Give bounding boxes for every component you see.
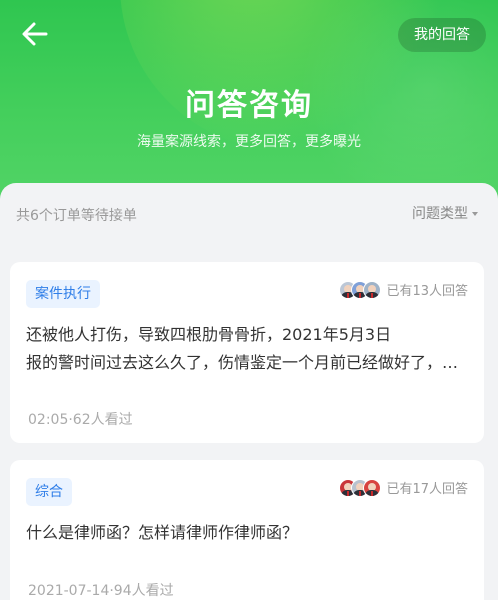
category-tag: 综合 — [26, 478, 72, 506]
question-text: 还被他人打伤，导致四根肋骨骨折，2021年5月3日 报的警时间过去这么久了，伤情… — [26, 321, 468, 377]
question-meta: 02:05·62人看过 — [28, 412, 133, 428]
question-line: 什么是律师函？怎样请律师作律师函？ — [26, 523, 299, 542]
back-arrow-icon[interactable] — [20, 20, 50, 48]
question-type-filter[interactable]: 问题类型 — [412, 203, 478, 223]
question-text: 什么是律师函？怎样请律师作律师函？ — [26, 519, 468, 547]
order-count-text: 共6个订单等待接单 — [16, 208, 137, 224]
my-answer-button[interactable]: 我的回答 — [398, 18, 486, 52]
reply-count: 已有13人回答 — [386, 284, 468, 299]
reply-count: 已有17人回答 — [386, 482, 468, 497]
category-tag: 案件执行 — [26, 280, 100, 308]
question-card[interactable]: 案件执行 已有13人回答 还被他人打伤，导致四根肋骨骨折，2021年5月3日 报… — [10, 262, 484, 443]
filter-label: 问题类型 — [412, 206, 468, 222]
answerer-avatars: 已有17人回答 — [339, 478, 468, 497]
question-line: 报的警时间过去这么久了，伤情鉴定一个月前已经做好了，派出所说伤情鉴定结果为轻伤 — [26, 353, 468, 372]
header-banner: 我的回答 问答咨询 海量案源线索，更多回答，更多曝光 — [0, 0, 498, 205]
question-meta: 2021-07-14·94人看过 — [28, 583, 174, 599]
question-card[interactable]: 综合 已有17人回答 什么是律师函？怎样请律师作律师函？ 2021-07-14·… — [10, 460, 484, 600]
avatar — [363, 280, 382, 299]
question-line: 还被他人打伤，导致四根肋骨骨折，2021年5月3日 — [26, 325, 392, 344]
page-subtitle: 海量案源线索，更多回答，更多曝光 — [137, 134, 361, 150]
page-title: 问答咨询 — [185, 88, 313, 123]
answerer-avatars: 已有13人回答 — [339, 280, 468, 299]
caret-down-icon — [472, 212, 478, 216]
avatar — [363, 478, 382, 497]
